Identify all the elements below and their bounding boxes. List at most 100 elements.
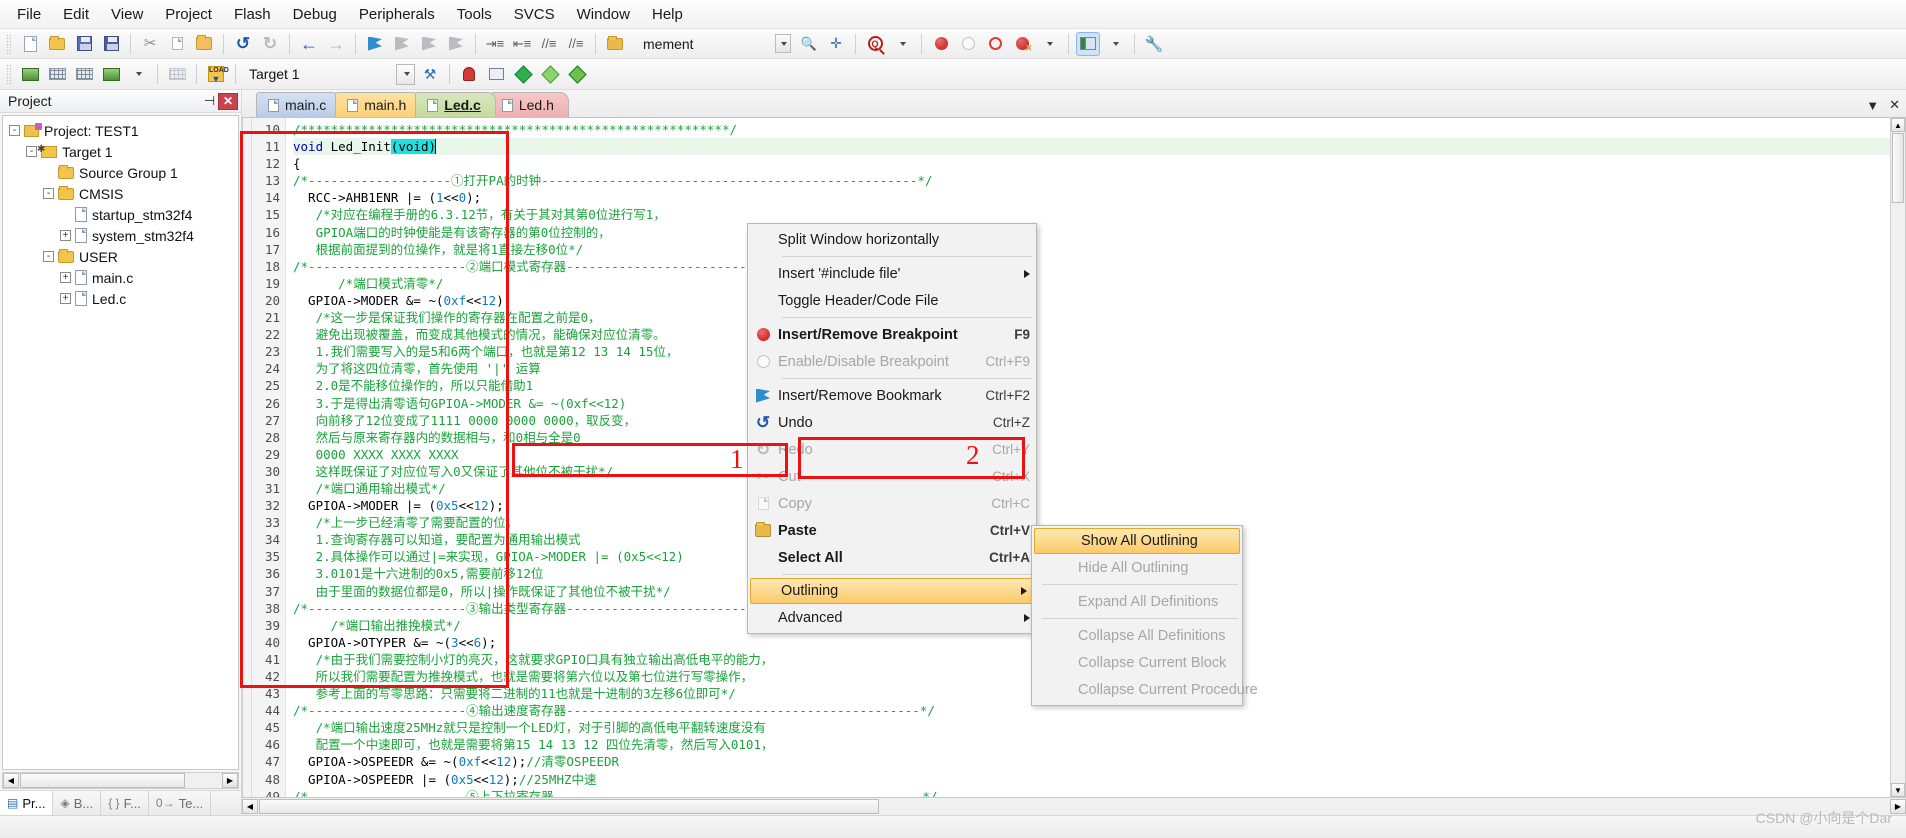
- code-line[interactable]: 3.于是得出清零语句GPIOA->MODER &= ~(0xf<<12): [293, 395, 1890, 412]
- bookmark-toggle-icon[interactable]: [363, 32, 387, 56]
- navigate-back-icon[interactable]: ←: [297, 32, 321, 56]
- search-combo-dropdown[interactable]: [772, 33, 794, 54]
- project-panel-tab[interactable]: 0→ Te...: [149, 791, 212, 815]
- menu-item-edit[interactable]: Edit: [52, 2, 100, 27]
- menu-item-redo[interactable]: ↻ Redo Ctrl+Y: [748, 436, 1036, 463]
- editor-tab-main-c[interactable]: main.c: [256, 92, 342, 117]
- magnifier-icon[interactable]: Q: [863, 32, 887, 56]
- scroll-up-button[interactable]: ▲: [1891, 118, 1905, 132]
- scroll-thumb[interactable]: [20, 773, 185, 788]
- menu-item-peripherals[interactable]: Peripherals: [348, 2, 446, 27]
- menu-item-window[interactable]: Window: [566, 2, 641, 27]
- code-line[interactable]: 根据前面提到的位操作，就是将1直接左移0位*/: [293, 241, 1890, 258]
- tree-expander-icon[interactable]: +: [60, 272, 71, 283]
- download-icon[interactable]: LOAD ▼: [204, 62, 229, 86]
- menu-item-collapse-current-block[interactable]: Collapse Current Block: [1032, 649, 1242, 676]
- find-in-files-icon[interactable]: [603, 32, 627, 56]
- tree-item[interactable]: + Led.c: [3, 288, 238, 309]
- chevron-down-icon[interactable]: [1037, 32, 1061, 56]
- window-layout-icon[interactable]: [1076, 31, 1100, 56]
- bookmark-clear-icon[interactable]: [444, 32, 468, 56]
- tree-expander-icon[interactable]: -: [9, 125, 20, 136]
- menu-item-view[interactable]: View: [100, 2, 154, 27]
- scroll-track[interactable]: [1891, 204, 1905, 783]
- code-line[interactable]: /*---------------------②端口模式寄存器---------…: [293, 258, 1890, 275]
- tree-item[interactable]: - USER: [3, 246, 238, 267]
- tree-expander-icon[interactable]: -: [26, 146, 37, 157]
- navigate-forward-icon[interactable]: →: [324, 32, 348, 56]
- scroll-left-button[interactable]: ◀: [3, 773, 19, 788]
- menu-item-collapse-current-procedure[interactable]: Collapse Current Procedure: [1032, 676, 1258, 703]
- target-options-icon[interactable]: ⚒: [418, 62, 442, 86]
- target-selector-dropdown[interactable]: [396, 63, 415, 85]
- tree-item[interactable]: + main.c: [3, 267, 238, 288]
- tree-item[interactable]: + system_stm32f4: [3, 225, 238, 246]
- menu-item-expand-all-definitions[interactable]: Expand All Definitions: [1032, 588, 1242, 615]
- tree-expander-icon[interactable]: -: [43, 188, 54, 199]
- code-line[interactable]: GPIOA->OSPEEDR |= (0x5<<12);//25MHZ中速: [293, 771, 1890, 788]
- menu-item-undo[interactable]: ↺ Undo Ctrl+Z: [748, 409, 1036, 436]
- chevron-down-icon[interactable]: [890, 32, 914, 56]
- toolbar-grip[interactable]: [6, 33, 11, 54]
- menu-item-insert-remove-breakpoint[interactable]: Insert/Remove Breakpoint F9: [748, 321, 1036, 348]
- code-line[interactable]: /*---------------------⑤上下拉寄存器----------…: [293, 788, 1890, 797]
- new-file-icon[interactable]: [18, 32, 42, 56]
- menu-item-split-window-horizontally[interactable]: Split Window horizontally: [748, 226, 1036, 253]
- scroll-down-button[interactable]: ▼: [1891, 783, 1905, 797]
- bookmark-next-icon[interactable]: [417, 32, 441, 56]
- disable-breakpoint-icon[interactable]: [956, 32, 980, 56]
- scroll-right-button[interactable]: ▶: [1890, 799, 1906, 814]
- paste-icon[interactable]: [192, 32, 216, 56]
- editor-context-menu[interactable]: Split Window horizontally Insert '#includ…: [747, 223, 1037, 634]
- menu-item-toggle-header-code-file[interactable]: Toggle Header/Code File: [748, 287, 1036, 314]
- save-icon[interactable]: [72, 32, 96, 56]
- scroll-thumb[interactable]: [1892, 133, 1904, 203]
- menu-item-select-all[interactable]: Select All Ctrl+A: [748, 544, 1036, 571]
- pack-manage-icon[interactable]: [565, 62, 589, 86]
- code-line[interactable]: 这样既保证了对应位写入0又保证了其他位不被干扰*/: [293, 463, 1890, 480]
- save-all-icon[interactable]: [99, 32, 123, 56]
- menu-item-advanced[interactable]: Advanced: [748, 604, 1036, 631]
- find-replace-icon[interactable]: ✛: [824, 32, 848, 56]
- code-line[interactable]: /*这一步是保证我们操作的寄存器在配置之前是0，: [293, 309, 1890, 326]
- tree-item[interactable]: Source Group 1: [3, 162, 238, 183]
- tree-item[interactable]: - Target 1: [3, 141, 238, 162]
- tree-expander-icon[interactable]: +: [60, 230, 71, 241]
- menu-item-show-all-outlining[interactable]: Show All Outlining: [1034, 528, 1240, 554]
- code-line[interactable]: /*-------------------①打开PA的时钟-----------…: [293, 172, 1890, 189]
- outdent-icon[interactable]: ⇤≡: [510, 32, 534, 56]
- scroll-left-button[interactable]: ◀: [242, 799, 258, 814]
- redo-icon[interactable]: ↻: [258, 32, 282, 56]
- breakpoint-icon[interactable]: [929, 32, 953, 56]
- configure-icon[interactable]: 🔧: [1142, 32, 1166, 56]
- menu-item-insert-remove-bookmark[interactable]: Insert/Remove Bookmark Ctrl+F2: [748, 382, 1036, 409]
- code-line[interactable]: GPIOA->MODER &= ~(0xf<<12);: [293, 292, 1890, 309]
- toolbar-grip[interactable]: [6, 64, 11, 84]
- target-selector-value[interactable]: Target 1: [243, 63, 393, 85]
- code-line[interactable]: 0000 XXXX XXXX XXXX: [293, 446, 1890, 463]
- project-tree[interactable]: -Project: TEST1-Target 1Source Group 1-C…: [2, 115, 239, 770]
- editor-tab-Led-c[interactable]: Led.c: [415, 92, 496, 117]
- menu-item-svcs[interactable]: SVCS: [503, 2, 566, 27]
- undo-icon[interactable]: ↺: [231, 32, 255, 56]
- code-line[interactable]: 向前移了12位变成了1111 0000 0000 0000，取反变，: [293, 412, 1890, 429]
- build-icon[interactable]: [45, 62, 69, 86]
- batch-build-icon[interactable]: [99, 62, 123, 86]
- packs-icon[interactable]: [511, 62, 535, 86]
- menu-item-file[interactable]: File: [6, 2, 52, 27]
- tree-item[interactable]: - CMSIS: [3, 183, 238, 204]
- menu-item-hide-all-outlining[interactable]: Hide All Outlining: [1032, 554, 1242, 581]
- tab-close-icon[interactable]: ✕: [1889, 97, 1900, 113]
- editor-tab-main-h[interactable]: main.h: [335, 92, 422, 117]
- code-line[interactable]: 配置一个中速即可，也就是需要将第15 14 13 12 四位先清零，然后写入01…: [293, 736, 1890, 753]
- code-line[interactable]: {: [293, 155, 1890, 172]
- menu-item-paste[interactable]: Paste Ctrl+V: [748, 517, 1036, 544]
- manage-runtime-icon[interactable]: [457, 62, 481, 86]
- code-line[interactable]: /***************************************…: [293, 121, 1890, 138]
- code-line[interactable]: GPIOA->OSPEEDR &= ~(0xf<<12);//清零OSPEEDR: [293, 753, 1890, 770]
- tree-expander-icon[interactable]: -: [43, 251, 54, 262]
- code-line[interactable]: /*端口模式清零*/: [293, 275, 1890, 292]
- code-line[interactable]: 为了将这四位清零，首先使用 '|' 运算: [293, 360, 1890, 377]
- scroll-thumb[interactable]: [259, 799, 879, 814]
- editor-marker-margin[interactable]: [243, 118, 252, 797]
